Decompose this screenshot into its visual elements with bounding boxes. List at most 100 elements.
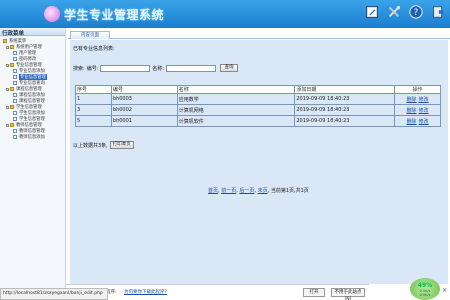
page-icon	[13, 75, 17, 79]
cell-actions: 删除 修改	[394, 115, 441, 127]
network-speed-widget[interactable]: 49% 0.0K/s 0.0K/s	[410, 278, 440, 300]
cell-date: 2019-09-09 18:40:23	[294, 104, 396, 116]
tab-bar: 内容页面	[68, 28, 450, 39]
record-summary: 以上数据共3条, 打印本页	[73, 141, 134, 149]
tools-icon[interactable]	[386, 4, 402, 20]
download-info-link[interactable]: 为何要你下载此程序?	[124, 289, 167, 295]
nav-tree: 系统菜单 系统用户管理 用户管理 密码修改 专业信息管理 专业信息添加 专业信息管理 专业信息…	[0, 36, 65, 142]
cell-seq: 3	[75, 104, 112, 116]
delete-link[interactable]: 删除	[407, 119, 417, 125]
collapse-toggle-icon[interactable]	[6, 45, 9, 49]
status-bar-url: http://localhost81/zsxyegxanl/banji_edit…	[0, 288, 108, 300]
network-percent: 49%	[417, 281, 433, 289]
edit-icon[interactable]	[364, 4, 380, 20]
sidebar-title: 行政菜单	[0, 28, 65, 37]
app-header: 学生专业管理系统 ?	[0, 0, 450, 28]
cell-date: 2019-09-09 18:40:23	[294, 93, 396, 105]
cell-actions: 删除 修改	[394, 93, 441, 105]
header-toolbar: ?	[364, 4, 446, 20]
table-row: 3 bh0002 计算机网络 2019-09-09 18:40:23 删除 修改	[75, 104, 441, 116]
sidebar-item[interactable]: 教师信息添加	[1, 134, 64, 140]
table-row: 1 bh0003 应用数学 2019-09-09 18:40:23 删除 修改	[75, 93, 441, 105]
page-icon	[13, 51, 17, 55]
app-title: 学生专业管理系统	[64, 8, 165, 22]
cell-date: 2019-09-09 18:40:23	[294, 115, 396, 127]
main-area: 内容页面 已有专业信息列表: 搜索: 编号: 名称: 查询 序号 编号 名称 添…	[68, 28, 450, 288]
folder-icon	[3, 39, 7, 43]
name-search-input[interactable]	[166, 64, 217, 72]
first-page-link[interactable]: 首页	[208, 188, 218, 194]
page-icon	[13, 111, 17, 115]
prev-page-link[interactable]: 前一页	[221, 188, 236, 194]
page-icon	[13, 81, 17, 85]
edit-link[interactable]: 修改	[419, 97, 429, 103]
folder-icon	[10, 123, 14, 127]
cell-code: bh0001	[110, 115, 178, 127]
col-header-name: 名称	[176, 85, 296, 94]
pager-separator: ,	[236, 188, 238, 194]
page-icon	[13, 135, 17, 139]
page-icon	[13, 57, 17, 61]
download-bar: localhost 的程序: 为何要你下载此程序? 打开 不用于此站点(N)	[66, 284, 369, 300]
svg-text:?: ?	[414, 8, 419, 18]
pager-separator: ,	[267, 188, 270, 194]
col-header-code: 编号	[110, 85, 178, 94]
cell-name: 应用数学	[176, 93, 296, 105]
major-table: 序号 编号 名称 添加日期 操作 1 bh0003 应用数学 2019-09-0…	[75, 85, 441, 127]
app-logo	[44, 6, 60, 22]
next-page-link[interactable]: 后一页	[239, 188, 254, 194]
collapse-toggle-icon[interactable]	[6, 63, 9, 67]
cell-seq: 5	[75, 115, 112, 127]
cell-actions: 删除 修改	[394, 104, 441, 116]
edit-link[interactable]: 修改	[419, 119, 429, 125]
table-row: 5 bh0001 计算机软件 2019-09-09 18:40:23 删除 修改	[75, 115, 441, 127]
collapse-toggle-icon[interactable]	[6, 123, 9, 127]
exit-icon[interactable]	[430, 4, 446, 20]
page-icon	[13, 117, 17, 121]
pagination: 首页, 前一页, 后一页, 末页, 当前第1页,共1页	[208, 187, 309, 194]
pager-separator: ,	[254, 188, 257, 194]
close-icon[interactable]: ×	[442, 287, 447, 294]
sidebar-item-label: 教师信息添加	[19, 135, 45, 140]
code-search-input[interactable]	[100, 64, 151, 72]
never-for-site-button[interactable]: 不用于此站点(N)	[331, 288, 365, 300]
name-label: 名称:	[152, 65, 165, 72]
print-page-button[interactable]: 打印本页	[109, 141, 134, 149]
tab-content-page[interactable]: 内容页面	[70, 31, 110, 39]
sidebar: 行政菜单 系统菜单 系统用户管理 用户管理 密码修改 专业信息管理 专业信息添加 专业信息管…	[0, 28, 66, 300]
collapse-toggle-icon[interactable]	[6, 87, 9, 91]
cell-code: bh0002	[110, 104, 178, 116]
page-icon	[13, 93, 17, 97]
open-button[interactable]: 打开	[303, 288, 325, 297]
page-icon	[13, 69, 17, 73]
cell-name: 计算机软件	[176, 115, 296, 127]
cell-name: 计算机网络	[176, 104, 296, 116]
table-header-row: 序号 编号 名称 添加日期 操作	[75, 85, 441, 94]
folder-icon	[10, 105, 14, 109]
col-header-seq: 序号	[75, 85, 112, 94]
cell-seq: 1	[75, 93, 112, 105]
network-speed-down: 0.0K/s	[419, 292, 431, 297]
folder-icon	[10, 45, 14, 49]
cell-code: bh0003	[110, 93, 178, 105]
content-panel: 已有专业信息列表: 搜索: 编号: 名称: 查询 序号 编号 名称 添加日期 操…	[70, 40, 448, 288]
collapse-toggle-icon[interactable]	[6, 105, 9, 109]
col-header-date: 添加日期	[294, 85, 396, 94]
page-title: 已有专业信息列表:	[73, 46, 115, 52]
search-bar: 搜索: 编号: 名称: 查询	[73, 64, 239, 72]
search-label: 搜索:	[73, 65, 85, 72]
edit-link[interactable]: 修改	[419, 108, 429, 114]
pager-separator: ,	[218, 188, 220, 194]
help-icon[interactable]: ?	[408, 4, 424, 20]
page-status: 当前第1页,共1页	[270, 188, 309, 194]
folder-icon	[10, 63, 14, 67]
col-header-actions: 操作	[394, 85, 441, 94]
last-page-link[interactable]: 末页	[258, 188, 268, 194]
folder-icon	[10, 87, 14, 91]
page-icon	[13, 99, 17, 103]
search-button[interactable]: 查询	[220, 64, 239, 72]
code-label: 编号:	[86, 65, 99, 72]
delete-link[interactable]: 删除	[407, 97, 417, 103]
delete-link[interactable]: 删除	[407, 108, 417, 114]
page-icon	[13, 129, 17, 133]
